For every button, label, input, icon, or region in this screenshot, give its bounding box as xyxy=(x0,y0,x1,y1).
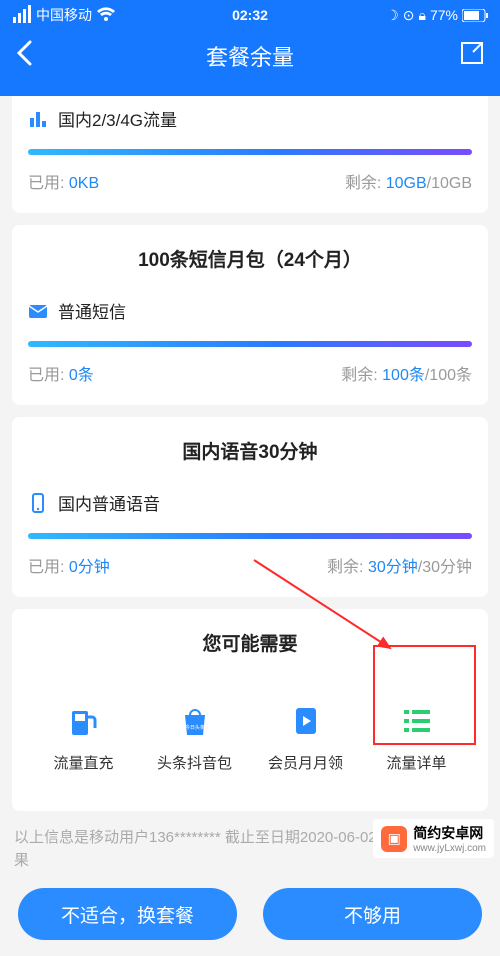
data-icon xyxy=(28,109,48,129)
watermark: ▣ 简约安卓网 www.jyLxwj.com xyxy=(373,819,494,858)
pump-icon xyxy=(67,704,101,738)
back-button[interactable] xyxy=(16,40,32,73)
recommend-card: 您可能需要 流量直充 今日头条 头条抖音包 会员月月领 流量详单 xyxy=(12,609,488,811)
status-bar: 中国移动 02:32 ☽ ⊙ 🔒︎ 77% xyxy=(0,0,500,26)
service-toutiao-douyin[interactable]: 今日头条 头条抖音包 xyxy=(139,704,250,773)
recommend-title: 您可能需要 xyxy=(28,609,472,674)
data-total-value: /10GB xyxy=(427,175,472,192)
watermark-url: www.jyLxwj.com xyxy=(413,843,486,854)
service-label: 流量直充 xyxy=(53,752,113,773)
data-label: 国内2/3/4G流量 xyxy=(58,106,177,131)
service-member-monthly[interactable]: 会员月月领 xyxy=(250,704,361,773)
voice-total-value: /30分钟 xyxy=(418,559,472,576)
sms-card-title: 100条短信月包（24个月） xyxy=(28,225,472,290)
not-enough-button[interactable]: 不够用 xyxy=(263,888,482,940)
sms-label: 普通短信 xyxy=(58,298,126,323)
service-label: 流量详单 xyxy=(386,752,446,773)
voice-progress xyxy=(28,533,472,539)
voice-card-title: 国内语音30分钟 xyxy=(28,417,472,482)
sms-total-value: /100条 xyxy=(425,367,472,384)
service-data-recharge[interactable]: 流量直充 xyxy=(28,704,139,773)
svg-text:今日头条: 今日头条 xyxy=(184,724,204,731)
sms-icon xyxy=(28,301,48,321)
service-data-detail[interactable]: 流量详单 xyxy=(361,704,472,773)
list-icon xyxy=(400,704,434,738)
data-used-label: 已用: xyxy=(28,175,64,192)
service-label: 头条抖音包 xyxy=(157,752,232,773)
sms-progress xyxy=(28,341,472,347)
sms-used-value: 0条 xyxy=(69,367,94,384)
data-progress xyxy=(28,149,472,155)
voice-remain-value: 30分钟 xyxy=(368,559,418,576)
share-button[interactable] xyxy=(460,40,484,72)
video-icon xyxy=(289,704,323,738)
service-label: 会员月月领 xyxy=(268,752,343,773)
voice-used-value: 0分钟 xyxy=(69,559,110,576)
voice-remain-label: 剩余: xyxy=(327,559,363,576)
data-usage-card: 国内2/3/4G流量 已用: 0KB 剩余: 10GB/10GB xyxy=(12,88,488,213)
phone-icon xyxy=(28,493,48,513)
sms-remain-value: 100条 xyxy=(382,367,425,384)
voice-label: 国内普通语音 xyxy=(58,490,160,515)
page-title: 套餐余量 xyxy=(0,40,500,72)
data-used-value: 0KB xyxy=(69,175,99,192)
watermark-name: 简约安卓网 xyxy=(413,823,486,843)
data-remain-value: 10GB xyxy=(386,175,427,192)
watermark-icon: ▣ xyxy=(381,826,407,852)
voice-used-label: 已用: xyxy=(28,559,64,576)
bag-icon: 今日头条 xyxy=(178,704,212,738)
clock: 02:32 xyxy=(0,7,500,23)
sms-used-label: 已用: xyxy=(28,367,64,384)
change-plan-button[interactable]: 不适合，换套餐 xyxy=(18,888,237,940)
voice-usage-card: 国内语音30分钟 国内普通语音 已用: 0分钟 剩余: 30分钟/30分钟 xyxy=(12,417,488,597)
sms-usage-card: 100条短信月包（24个月） 普通短信 已用: 0条 剩余: 100条/100条 xyxy=(12,225,488,405)
sms-remain-label: 剩余: xyxy=(341,367,377,384)
data-remain-label: 剩余: xyxy=(345,175,381,192)
